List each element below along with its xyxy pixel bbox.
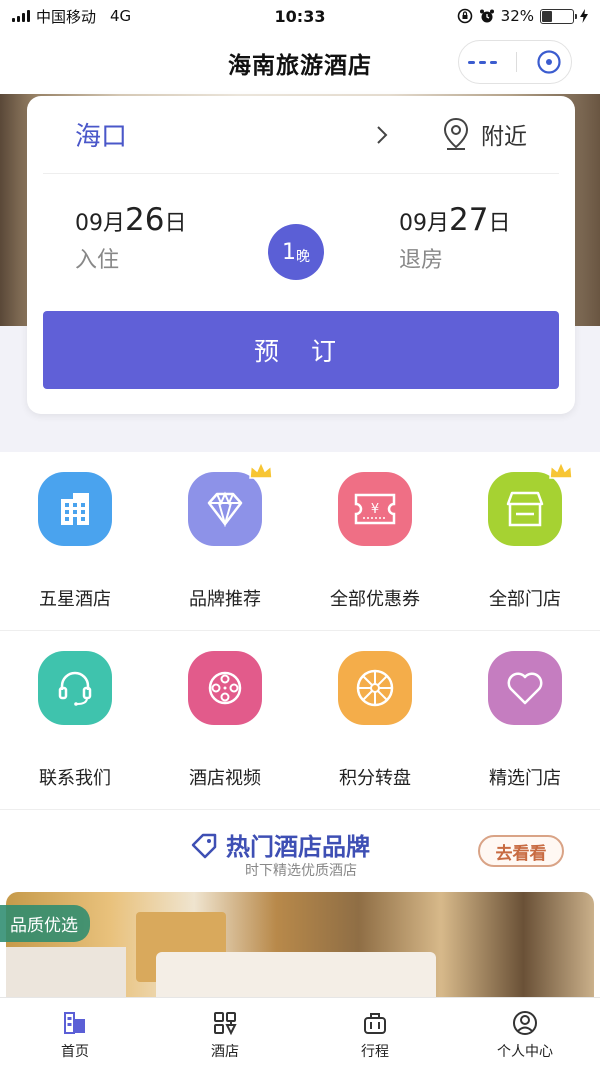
grid-item-points-wheel[interactable]: 积分转盘	[300, 631, 450, 809]
tile-stores	[488, 460, 573, 546]
checkout-day: 27	[449, 202, 489, 238]
checkin-month: 09月	[75, 211, 125, 236]
battery-percent: 32%	[500, 7, 534, 25]
grid-label: 全部门店	[489, 589, 561, 610]
tab-home[interactable]: 首页	[0, 998, 150, 1067]
building-icon	[61, 493, 89, 525]
mini-program-capsule	[458, 40, 572, 84]
heart-icon	[507, 672, 543, 705]
tab-label: 酒店	[211, 1044, 239, 1060]
brand-title-text: 热门酒店品牌	[226, 833, 370, 861]
tab-itinerary[interactable]: 行程	[300, 998, 450, 1067]
grid-item-all-stores[interactable]: 全部门店	[450, 452, 600, 630]
wheel-icon	[356, 669, 394, 707]
crown-icon	[249, 460, 273, 479]
tile-brand	[188, 460, 273, 546]
grid-item-contact-us[interactable]: 联系我们	[0, 631, 150, 809]
city-row[interactable]: 海口 附近	[43, 96, 559, 174]
tag-icon	[191, 833, 217, 858]
page-title: 海南旅游酒店	[228, 53, 372, 79]
nights-badge: 1晚	[268, 224, 324, 280]
grid-label: 全部优惠券	[330, 589, 420, 610]
tile-coupons: ¥	[338, 472, 412, 546]
grid-item-brand-recommend[interactable]: 品牌推荐	[150, 452, 300, 630]
grid-item-hotel-video[interactable]: 酒店视频	[150, 631, 300, 809]
city-name[interactable]: 海口	[75, 116, 127, 153]
network-type: 4G	[110, 7, 132, 25]
grid-item-selected-stores[interactable]: 精选门店	[450, 631, 600, 809]
crown-icon	[549, 460, 573, 479]
brand-title: 热门酒店品牌	[190, 827, 370, 862]
grid-item-all-coupons[interactable]: ¥ 全部优惠券	[300, 452, 450, 630]
tab-hotel[interactable]: 酒店	[150, 998, 300, 1067]
battery-icon	[540, 8, 577, 24]
checkout-month: 09月	[399, 211, 449, 236]
headset-icon	[58, 671, 92, 706]
tab-bar: 首页 酒店 行程 个人中心	[0, 997, 600, 1067]
film-reel-icon	[208, 671, 242, 705]
nav-bar: 海南旅游酒店	[0, 32, 600, 94]
hotel-icon	[214, 1012, 237, 1036]
brand-subtitle: 时下精选优质酒店	[245, 863, 357, 879]
location-pin-icon	[443, 117, 469, 150]
grid-label: 积分转盘	[339, 768, 411, 789]
capsule-divider	[515, 52, 517, 72]
close-icon[interactable]	[536, 49, 562, 75]
featured-hotel-image[interactable]	[6, 892, 594, 1002]
grid-label: 酒店视频	[189, 768, 261, 789]
tile-selected	[488, 651, 562, 725]
checkout-label: 退房	[399, 248, 444, 273]
see-more-button[interactable]: 去看看	[478, 835, 564, 867]
home-icon	[64, 1012, 85, 1034]
checkout-date[interactable]: 09月27日 退房	[399, 202, 510, 274]
checkout-day-suffix: 日	[488, 211, 511, 236]
brand-banner: 热门酒店品牌 时下精选优质酒店 去看看	[0, 815, 600, 887]
chevron-right-icon[interactable]	[375, 124, 389, 146]
tile-video	[188, 651, 262, 725]
diamond-icon	[207, 491, 243, 527]
booking-card: 海口 附近 09月26日 入住 1晚 09月27日 退房 预 订	[27, 96, 575, 414]
charging-icon	[580, 9, 588, 23]
tile-contact	[38, 651, 112, 725]
tile-five-star	[38, 472, 112, 546]
feature-grid-row-1: 五星酒店 品牌推荐 ¥ 全部优惠券 全部门店	[0, 452, 600, 630]
tab-label: 首页	[61, 1044, 89, 1060]
carrier-name: 中国移动	[36, 7, 97, 26]
checkin-label: 入住	[75, 248, 120, 273]
user-icon	[513, 1011, 537, 1035]
nearby-label: 附近	[481, 124, 527, 150]
grid-item-five-star-hotels[interactable]: 五星酒店	[0, 452, 150, 630]
bed-main	[156, 952, 436, 1002]
tile-wheel	[338, 651, 412, 725]
grid-label: 品牌推荐	[189, 589, 261, 610]
grid-label: 联系我们	[39, 768, 111, 789]
orientation-lock-icon	[457, 8, 472, 24]
more-icon[interactable]	[468, 60, 498, 64]
nights-unit: 晚	[296, 249, 310, 265]
coupon-icon: ¥	[354, 493, 396, 525]
grid-label: 五星酒店	[39, 589, 111, 610]
tab-label: 个人中心	[497, 1044, 553, 1060]
alarm-icon	[479, 9, 494, 23]
grid-divider	[0, 809, 600, 810]
tab-profile[interactable]: 个人中心	[450, 998, 600, 1067]
checkin-day: 26	[125, 202, 165, 238]
book-button[interactable]: 预 订	[43, 311, 559, 389]
checkin-date[interactable]: 09月26日 入住	[75, 202, 186, 274]
bed-left	[6, 947, 126, 1002]
status-bar: 中国移动 4G 10:33 32%	[0, 0, 600, 32]
checkin-day-suffix: 日	[164, 211, 187, 236]
nearby-button[interactable]: 附近	[441, 116, 527, 152]
signal-icon	[12, 10, 30, 22]
tab-label: 行程	[361, 1044, 389, 1060]
feature-grid-row-2: 联系我们 酒店视频 积分转盘 精选门店	[0, 631, 600, 809]
store-icon	[506, 491, 544, 527]
nights-count: 1	[282, 239, 296, 265]
grid-label: 精选门店	[489, 768, 561, 789]
svg-text:¥: ¥	[371, 502, 379, 517]
luggage-icon	[364, 1013, 386, 1034]
quality-tag: 品质优选	[0, 905, 90, 942]
